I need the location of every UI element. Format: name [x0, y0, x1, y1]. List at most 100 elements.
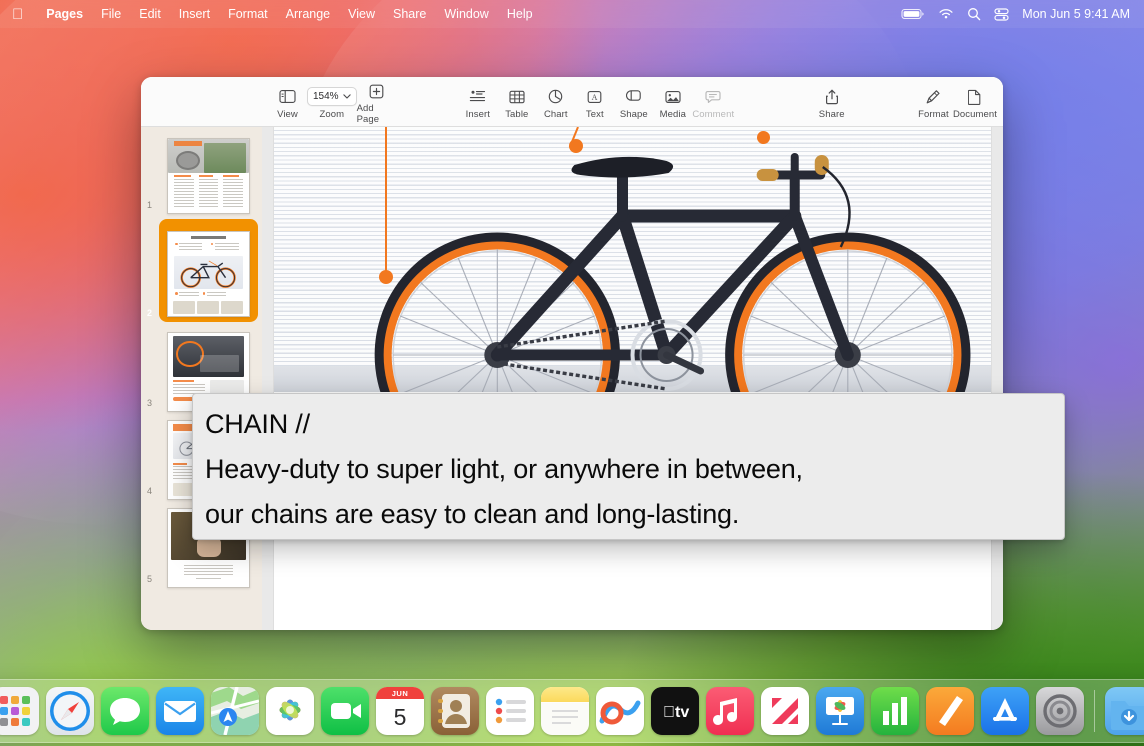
format-button[interactable]: Format [914, 84, 953, 120]
dock-item-news[interactable] [761, 687, 809, 735]
add-page-icon [369, 82, 384, 100]
menu-item-view[interactable]: View [339, 4, 384, 24]
dock-item-pages[interactable] [926, 687, 974, 735]
text-label: Text [586, 109, 604, 120]
svg-text:tv: tv [663, 704, 689, 721]
apple-logo-icon[interactable]:  [12, 7, 23, 22]
popup-line-3: our chains are easy to clean and long-la… [205, 492, 1052, 537]
page-number-5: 5 [147, 574, 152, 584]
callout-dot-chain[interactable] [379, 270, 393, 284]
thumbnail-row-selected: 2 [141, 217, 262, 327]
dock-item-safari[interactable] [46, 687, 94, 735]
page-thumbnails-sidebar[interactable]: 1 [141, 127, 262, 630]
page-number-1: 1 [147, 200, 152, 210]
zoom-control[interactable]: 154% Zoom [307, 84, 357, 120]
dock-item-maps[interactable] [211, 687, 259, 735]
comment-label: Comment [692, 109, 734, 120]
text-button[interactable]: A Text [575, 84, 614, 120]
dock-item-numbers[interactable] [871, 687, 919, 735]
media-button[interactable]: Media [653, 84, 692, 120]
zoom-value: 154% [313, 91, 339, 102]
toolbar: Easy Rides Custom Bikes.pages View 154% [141, 77, 1003, 127]
dock-item-calendar[interactable]: JUN 5 [376, 687, 424, 735]
dock-item-contacts[interactable] [431, 687, 479, 735]
dock-item-music[interactable] [706, 687, 754, 735]
chevron-down-icon [343, 94, 351, 99]
format-label: Format [918, 109, 949, 120]
document-label: Document [953, 109, 997, 120]
menubar-clock[interactable]: Mon Jun 5 9:41 AM [1022, 7, 1130, 21]
comment-button[interactable]: Comment [692, 84, 734, 120]
dock-item-mail[interactable] [156, 687, 204, 735]
format-brush-icon [925, 88, 941, 106]
dock-item-downloads-folder[interactable] [1105, 687, 1144, 735]
menu-item-insert[interactable]: Insert [170, 4, 219, 24]
document-button[interactable]: Document [953, 84, 997, 120]
document-icon [968, 88, 981, 106]
page-number-3: 3 [147, 398, 152, 408]
page-thumbnail-2[interactable] [167, 231, 250, 317]
search-icon[interactable] [967, 7, 981, 21]
pages-window: Easy Rides Custom Bikes.pages View 154% [141, 77, 1003, 630]
dock-item-facetime[interactable] [321, 687, 369, 735]
page-thumbnail-1[interactable] [167, 138, 250, 214]
bicycle-photo[interactable] [274, 127, 991, 392]
menu-item-edit[interactable]: Edit [130, 4, 170, 24]
dock-item-launchpad[interactable] [0, 687, 39, 735]
shape-icon [626, 88, 642, 106]
menu-item-window[interactable]: Window [435, 4, 497, 24]
text-box-icon: A [587, 88, 602, 106]
control-center-icon[interactable] [994, 8, 1009, 21]
callout-line-chain [385, 127, 387, 275]
insert-icon [469, 88, 486, 106]
table-label: Table [505, 109, 528, 120]
svg-text:A: A [592, 93, 598, 102]
menu-item-arrange[interactable]: Arrange [277, 4, 339, 24]
chart-icon [548, 88, 563, 106]
add-page-button[interactable]: Add Page [357, 78, 396, 125]
dock-item-reminders[interactable] [486, 687, 534, 735]
menu-bar:  Pages File Edit Insert Format Arrange … [0, 0, 1144, 28]
share-button[interactable]: Share [812, 84, 851, 120]
wifi-icon[interactable] [938, 8, 954, 20]
calendar-day: 5 [376, 699, 424, 735]
page-number-2: 2 [147, 308, 152, 318]
zoom-dropdown[interactable]: 154% [307, 87, 357, 106]
dock-item-freeform[interactable] [596, 687, 644, 735]
insert-button[interactable]: Insert [458, 84, 497, 120]
dock-item-photos[interactable] [266, 687, 314, 735]
comment-icon [705, 88, 721, 106]
menu-item-format[interactable]: Format [219, 4, 277, 24]
battery-icon[interactable] [901, 8, 925, 20]
view-label: View [277, 109, 298, 120]
page-sheet[interactable]: CHAIN // Heavy-duty to super light, or a… [274, 127, 991, 630]
view-button[interactable]: View [268, 84, 307, 120]
sidebar-view-icon [279, 88, 296, 106]
share-label: Share [819, 109, 845, 120]
menu-item-pages[interactable]: Pages [37, 4, 92, 24]
chart-button[interactable]: Chart [536, 84, 575, 120]
menu-item-help[interactable]: Help [498, 4, 542, 24]
calendar-month: JUN [376, 687, 424, 699]
popup-line-2: Heavy-duty to super light, or anywhere i… [205, 447, 1052, 492]
dock-item-notes[interactable] [541, 687, 589, 735]
table-button[interactable]: Table [497, 84, 536, 120]
shape-label: Shape [620, 109, 648, 120]
dock: JUN 5 tv [0, 679, 1144, 743]
dock-item-messages[interactable] [101, 687, 149, 735]
document-canvas[interactable]: CHAIN // Heavy-duty to super light, or a… [262, 127, 1003, 630]
dock-item-app-store[interactable] [981, 687, 1029, 735]
dock-item-system-settings[interactable] [1036, 687, 1084, 735]
dock-divider [1094, 690, 1095, 732]
menu-item-file[interactable]: File [92, 4, 130, 24]
callout-dot-pedals[interactable] [569, 139, 583, 153]
callout-dot-handlebar[interactable] [757, 131, 770, 144]
menu-item-share[interactable]: Share [384, 4, 435, 24]
dock-item-apple-tv[interactable]: tv [651, 687, 699, 735]
table-icon [509, 88, 525, 106]
media-icon [665, 88, 681, 106]
shape-button[interactable]: Shape [614, 84, 653, 120]
chart-label: Chart [544, 109, 568, 120]
dock-item-keynote[interactable] [816, 687, 864, 735]
popup-line-1: CHAIN // [205, 402, 1052, 447]
